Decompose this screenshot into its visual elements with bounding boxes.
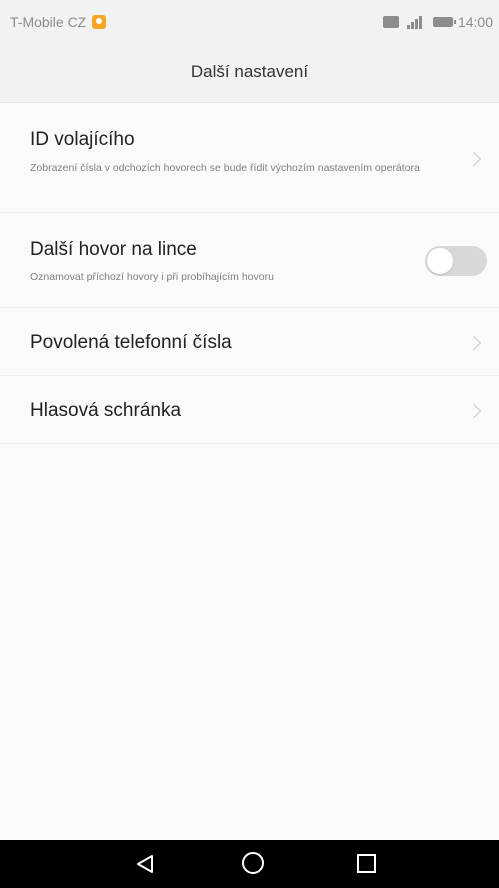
setting-title: ID volajícího <box>30 129 135 150</box>
carrier-name: T-Mobile CZ <box>10 14 87 30</box>
title-bar: Další nastavení <box>0 46 499 103</box>
setting-subtitle: Zobrazení čísla v odchozích hovorech se … <box>30 162 420 174</box>
home-icon[interactable] <box>242 852 264 874</box>
setting-fixed-dialing-numbers[interactable]: Povolená telefonní čísla <box>0 308 499 376</box>
signal-icon <box>406 15 423 29</box>
status-icons: 14:00 <box>382 14 493 30</box>
setting-voicemail[interactable]: Hlasová schránka <box>0 376 499 444</box>
page-title: Další nastavení <box>190 62 309 81</box>
setting-caller-id[interactable]: ID volajícího Zobrazení čísla v odchozíc… <box>0 103 499 213</box>
chevron-right-icon <box>466 403 482 419</box>
setting-call-waiting[interactable]: Další hovor na lince Oznamovat příchozí … <box>0 213 499 308</box>
call-waiting-toggle[interactable] <box>425 246 487 276</box>
navigation-bar <box>0 840 499 888</box>
carrier-indicator: T-Mobile CZ <box>10 14 107 30</box>
back-icon[interactable] <box>136 854 154 874</box>
setting-title: Další hovor na lince <box>30 239 197 260</box>
setting-subtitle: Oznamovat příchozí hovory i při probíhaj… <box>30 271 274 283</box>
settings-list: ID volajícího Zobrazení čísla v odchozíc… <box>0 103 499 840</box>
chevron-right-icon <box>466 335 482 351</box>
hd-icon <box>382 16 399 28</box>
recent-apps-icon[interactable] <box>357 854 376 873</box>
toggle-knob <box>427 248 453 274</box>
setting-title: Hlasová schránka <box>30 400 182 421</box>
notification-icon <box>92 15 107 29</box>
status-bar: T-Mobile CZ 14:00 <box>0 0 499 46</box>
setting-title: Povolená telefonní čísla <box>30 332 232 353</box>
chevron-right-icon <box>466 151 482 167</box>
battery-icon <box>432 17 456 27</box>
clock: 14:00 <box>457 14 493 30</box>
